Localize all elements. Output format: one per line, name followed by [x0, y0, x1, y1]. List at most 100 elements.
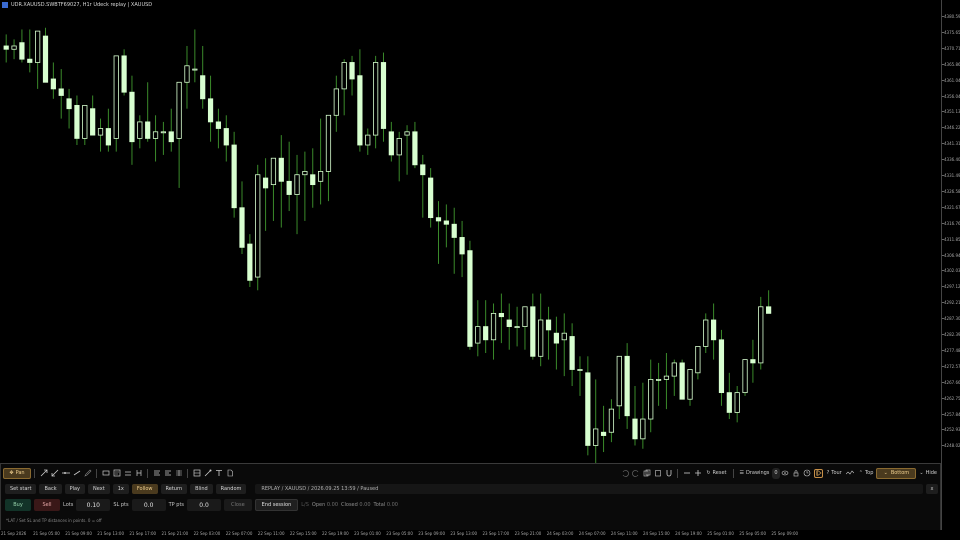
lots-input[interactable]: 0.10: [76, 499, 111, 511]
speed-button[interactable]: 1x: [112, 484, 129, 494]
time-tick-label: 21 Sep 05:00: [33, 531, 60, 536]
reset-button[interactable]: ↻ Reset: [703, 468, 729, 479]
next-button[interactable]: Next: [88, 484, 110, 494]
document-icon[interactable]: [225, 469, 234, 478]
candle-body: [74, 104, 80, 139]
candle-body: [357, 75, 363, 146]
pencil-icon[interactable]: [83, 469, 92, 478]
layout-icon[interactable]: [192, 469, 201, 478]
close-position-button[interactable]: Close: [224, 499, 252, 511]
tp-label: TP pts: [168, 502, 185, 508]
lock-icon[interactable]: [792, 469, 801, 478]
candle: [27, 29, 33, 73]
buy-button[interactable]: Buy: [5, 499, 31, 511]
replay-status: REPLAY / XAUUSD / 2026.09.25 13:59 / Pau…: [255, 484, 923, 494]
trendline-icon[interactable]: [72, 469, 81, 478]
time-tick-label: 24 Sep 03:00: [546, 531, 574, 536]
align-left-icon[interactable]: [163, 469, 172, 478]
chart-area[interactable]: UDR.XAUUSD.SWBTF69027, H1r Udeck replay …: [0, 0, 941, 463]
candle: [223, 115, 229, 162]
back-button[interactable]: Back: [39, 484, 62, 494]
expand-icon[interactable]: [50, 469, 59, 478]
redo-icon[interactable]: [631, 469, 640, 478]
zoom-in-icon[interactable]: [693, 469, 702, 478]
price-tick-label: 4341.31: [942, 141, 960, 147]
candle: [459, 220, 465, 278]
fibonacci-icon[interactable]: [152, 469, 161, 478]
follow-button[interactable]: Follow: [131, 484, 158, 494]
candle-body: [270, 157, 277, 186]
pan-button[interactable]: ✥ Pan: [3, 467, 31, 479]
end-session-button[interactable]: End session: [254, 499, 299, 511]
sl-input[interactable]: 0.0: [131, 499, 166, 511]
sell-button[interactable]: Sell: [34, 499, 60, 511]
zoom-out-icon[interactable]: [682, 469, 691, 478]
time-tick-label: 25 Sep 01:00: [707, 531, 734, 536]
close-icon[interactable]: x: [926, 484, 938, 494]
time-tick-label: 21 Sep 17:00: [129, 531, 157, 536]
random-button[interactable]: Random: [215, 484, 247, 494]
copy-icon[interactable]: [642, 469, 651, 478]
candle: [42, 27, 49, 83]
price-tick-label: 4248.02: [942, 443, 960, 449]
candle: [176, 81, 182, 188]
channel-icon[interactable]: [123, 469, 132, 478]
candle: [35, 30, 41, 89]
play-button[interactable]: Play: [64, 484, 86, 494]
candle-body: [679, 362, 685, 400]
candle-body: [420, 164, 426, 176]
hide-button[interactable]: ⌄ Hide: [916, 468, 940, 479]
candle: [239, 181, 245, 254]
candle: [663, 353, 670, 410]
candle: [443, 204, 449, 248]
replay-mode-icon[interactable]: [813, 468, 823, 478]
candle-body: [105, 128, 111, 146]
price-tick-label: 4356.04: [942, 93, 960, 99]
blind-button[interactable]: Blind: [190, 484, 213, 494]
candle: [317, 118, 324, 205]
horizontal-ray-icon[interactable]: [61, 469, 70, 478]
time-axis[interactable]: 21 Sep 2026 21 Sep 05:00 21 Sep 09:00 21 Se…: [0, 530, 941, 540]
set-start-button[interactable]: Set start: [5, 484, 37, 494]
top-button[interactable]: ⌃ Top: [856, 468, 877, 479]
rectangle-icon[interactable]: [101, 469, 110, 478]
time-tick-label: 23 Sep 17:00: [482, 531, 510, 536]
tp-input[interactable]: 0.0: [187, 499, 222, 511]
arrow-diagonal-icon[interactable]: [39, 469, 48, 478]
price-tick-label: 4292.21: [942, 300, 960, 306]
candle-body: [483, 326, 489, 341]
candle-body: [655, 379, 662, 381]
bottom-button[interactable]: ⌄ Bottom: [876, 467, 917, 479]
text-note-icon[interactable]: [112, 469, 121, 478]
candle-body: [498, 312, 504, 318]
text-tool-icon[interactable]: [214, 469, 223, 478]
brush-icon[interactable]: [203, 469, 212, 478]
candle-body: [97, 128, 104, 136]
candle-body: [380, 62, 387, 129]
tour-button[interactable]: ? Tour: [824, 468, 845, 479]
time-tick-label: 24 Sep 15:00: [643, 531, 670, 536]
candle: [137, 115, 143, 149]
price-range-icon[interactable]: [134, 469, 143, 478]
grid-lines-icon[interactable]: [174, 469, 183, 478]
undo-icon[interactable]: [620, 469, 629, 478]
candle-body: [577, 369, 583, 371]
chart-title-bar: UDR.XAUUSD.SWBTF69027, H1r Udeck replay …: [2, 2, 152, 8]
drawings-button[interactable]: ☰ Drawings: [737, 468, 773, 479]
magnet-icon[interactable]: [664, 469, 673, 478]
candle: [616, 355, 622, 420]
candle-body: [467, 250, 473, 347]
eye-icon[interactable]: [781, 469, 790, 478]
candle-body: [129, 91, 135, 143]
candle-body: [341, 62, 347, 90]
list-icon: ☰: [739, 470, 744, 476]
candle: [742, 359, 748, 396]
candle-body: [687, 369, 693, 400]
paste-icon[interactable]: [653, 469, 662, 478]
history-icon[interactable]: [803, 469, 812, 478]
candlestick-chart[interactable]: [0, 0, 941, 463]
price-tick-label: 4346.22: [942, 125, 960, 131]
return-button[interactable]: Return: [160, 484, 188, 494]
indicator-icon[interactable]: [846, 469, 855, 478]
price-axis[interactable]: 4380.59 4375.65 4370.71 4365.86 4361.04 4356.…: [941, 0, 960, 530]
